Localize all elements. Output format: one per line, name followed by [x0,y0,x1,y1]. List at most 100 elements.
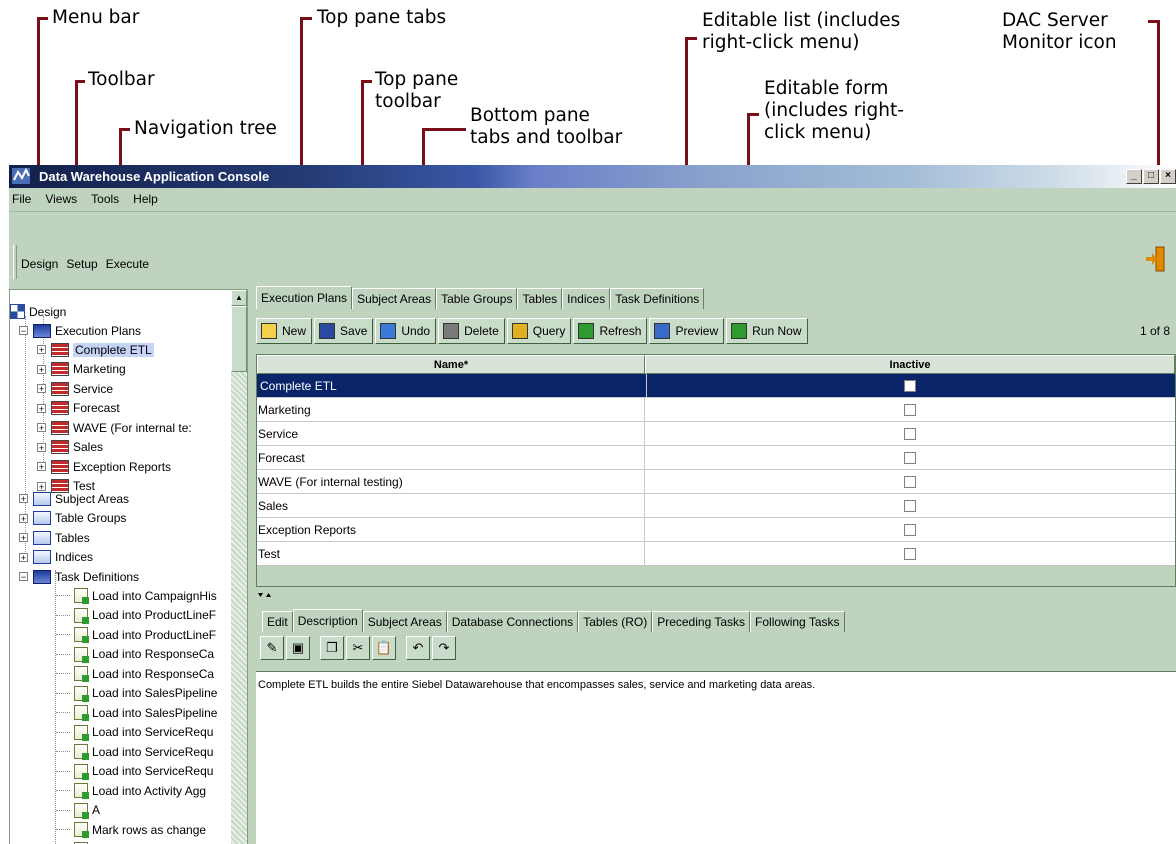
table-row[interactable]: Sales [257,494,1175,518]
tab-tables-ro[interactable]: Tables (RO) [578,611,653,632]
expand-icon[interactable]: + [37,345,46,355]
tab-description[interactable]: Description [292,609,363,632]
title-bar[interactable]: Data Warehouse Application Console _ □ × [9,165,1176,188]
delete-button[interactable]: Delete [438,318,505,344]
pane-splitter[interactable] [256,593,1176,599]
tree-item-task[interactable]: Load into ResponseCa [74,645,214,664]
collapse-icon[interactable]: − [19,326,28,336]
save-button[interactable]: Save [314,318,374,344]
tree-item-sales[interactable]: + Sales [37,438,103,457]
column-header-name[interactable]: Name* [257,355,645,374]
inactive-checkbox[interactable] [904,427,916,440]
inactive-checkbox[interactable] [904,475,916,488]
edit-icon[interactable]: ✎ [260,636,284,660]
cell-name[interactable]: Complete ETL [259,374,647,397]
tree-item-task[interactable]: Load into ServiceRequ [74,742,213,761]
expand-icon[interactable]: + [19,533,28,543]
inactive-checkbox[interactable] [904,523,916,536]
tree-item-task[interactable]: Load into CampaignHis [74,586,217,605]
maximize-button[interactable]: □ [1143,169,1159,184]
tree-item-execution-plans[interactable]: − Execution Plans [19,321,141,340]
menu-help[interactable]: Help [133,192,158,206]
refresh-button[interactable]: Refresh [573,318,648,344]
tree-item-task[interactable]: Load into ProductLineF [74,606,216,625]
tab-following-tasks[interactable]: Following Tasks [750,611,845,632]
tree-item-task[interactable]: Load into SalesPipeline [74,684,217,703]
tree-scrollbar[interactable] [231,290,247,844]
tree-item-tables[interactable]: + Tables [19,528,90,547]
close-button[interactable]: × [1160,169,1176,184]
redo-icon[interactable]: ↷ [432,636,456,660]
table-row[interactable]: Service [257,422,1175,446]
inactive-checkbox[interactable] [904,379,916,392]
toolbar-grip[interactable] [13,245,17,279]
table-row[interactable]: WAVE (For internal testing) [257,470,1175,494]
cell-name[interactable]: Forecast [257,446,645,469]
tree-item-task[interactable]: A [74,801,100,820]
scroll-thumb[interactable] [231,306,247,372]
tree-item-design[interactable]: Design [10,302,66,321]
inactive-checkbox[interactable] [904,403,916,416]
expand-icon[interactable]: + [19,494,28,504]
save-icon[interactable]: ▣ [286,636,310,660]
tree-item-task[interactable]: Load into ProductLineF [74,625,216,644]
scroll-up-button[interactable]: ▲ [231,290,247,306]
table-row[interactable]: Exception Reports [257,518,1175,542]
cell-name[interactable]: Exception Reports [257,518,645,541]
table-row[interactable]: Marketing [257,398,1175,422]
dac-server-monitor-icon[interactable] [1144,245,1166,273]
tab-execution-plans[interactable]: Execution Plans [256,286,353,309]
tree-item-service[interactable]: + Service [37,379,113,398]
undo-icon[interactable]: ↶ [406,636,430,660]
tab-edit[interactable]: Edit [262,611,293,632]
expand-icon[interactable]: + [37,384,46,394]
copy-icon[interactable]: ❐ [320,636,344,660]
tree-item-exception-reports[interactable]: + Exception Reports [37,457,171,476]
toolbar-setup-button[interactable]: Setup [66,257,97,271]
tab-tables[interactable]: Tables [517,288,563,309]
cell-name[interactable]: WAVE (For internal testing) [257,470,645,493]
column-header-inactive[interactable]: Inactive [645,355,1175,374]
tree-item-complete-etl[interactable]: + Complete ETL [37,340,154,359]
collapse-icon[interactable]: − [19,572,28,582]
table-row[interactable]: Test [257,542,1175,566]
paste-icon[interactable]: 📋 [372,636,396,660]
new-button[interactable]: New [256,318,313,344]
cell-name[interactable]: Sales [257,494,645,517]
toolbar-design-button[interactable]: Design [21,257,58,271]
tree-item-wave-for-internal-te[interactable]: + WAVE (For internal te: [37,418,192,437]
tree-item-subject-areas[interactable]: + Subject Areas [19,489,129,508]
expand-icon[interactable]: + [37,462,46,472]
tab-preceding-tasks[interactable]: Preceding Tasks [652,611,751,632]
expand-icon[interactable]: + [37,442,46,452]
cut-icon[interactable]: ✂ [346,636,370,660]
tree-item-task[interactable]: Mark rows as change [74,820,206,839]
tree-item-table-groups[interactable]: + Table Groups [19,509,126,528]
editable-form[interactable]: Complete ETL builds the entire Siebel Da… [256,671,1176,844]
tab-task-definitions[interactable]: Task Definitions [610,288,705,309]
tree-item-forecast[interactable]: + Forecast [37,399,120,418]
expand-icon[interactable]: + [37,364,46,374]
table-row[interactable]: Forecast [257,446,1175,470]
inactive-checkbox[interactable] [904,451,916,464]
menu-file[interactable]: File [12,192,31,206]
query-button[interactable]: Query [506,318,572,344]
toolbar-execute-button[interactable]: Execute [106,257,149,271]
tab-table-groups[interactable]: Table Groups [436,288,518,309]
run-now-button[interactable]: Run Now [726,318,808,344]
expand-icon[interactable]: + [37,423,46,433]
menu-tools[interactable]: Tools [91,192,119,206]
tree-item-task[interactable]: Load into ServiceRequ [74,762,213,781]
tree-item-task[interactable]: Load into SalesPipeline [74,703,217,722]
cell-name[interactable]: Marketing [257,398,645,421]
tab-database-connections[interactable]: Database Connections [446,611,579,632]
tree-item-marketing[interactable]: + Marketing [37,360,126,379]
inactive-checkbox[interactable] [904,547,916,560]
expand-icon[interactable]: + [19,513,28,523]
preview-button[interactable]: Preview [649,318,725,344]
minimize-button[interactable]: _ [1126,169,1142,184]
menu-views[interactable]: Views [45,192,77,206]
tree-item-indices[interactable]: + Indices [19,548,93,567]
tab-subject-areas[interactable]: Subject Areas [352,288,437,309]
cell-name[interactable]: Service [257,422,645,445]
